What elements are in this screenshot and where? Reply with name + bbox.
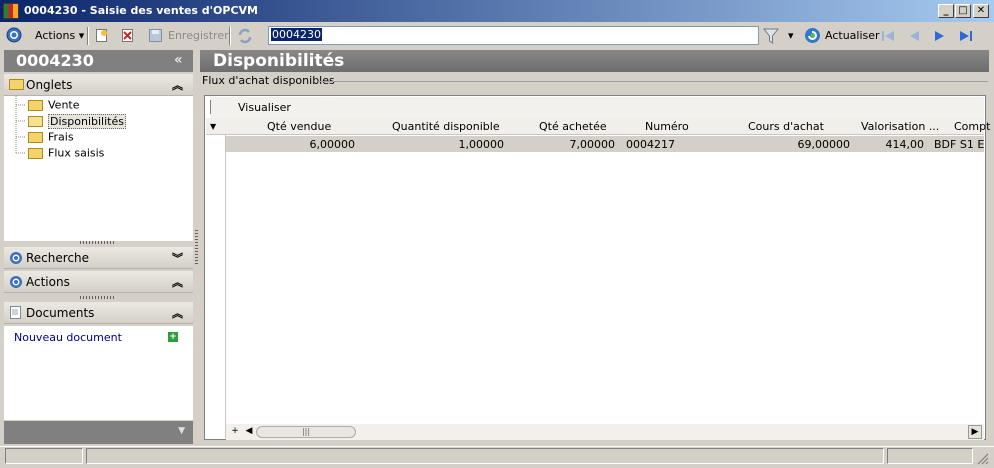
save-icon[interactable]	[148, 28, 164, 43]
record-search-input[interactable]: 0004230	[268, 26, 759, 45]
toolbar-separator	[87, 27, 89, 45]
toolbar-separator	[229, 27, 231, 45]
column-header[interactable]: Quantité disponible	[392, 120, 500, 133]
scroll-left-icon[interactable]: ◀	[242, 425, 256, 439]
next-icon[interactable]	[932, 29, 948, 43]
save-button[interactable]: Enregistrer	[168, 29, 229, 42]
status-cell	[5, 448, 83, 464]
caret-down-icon: ▾	[78, 29, 85, 42]
scroll-right-icon[interactable]: ▶	[968, 425, 982, 439]
section-documents[interactable]: Documents ︽	[4, 302, 193, 324]
folder-icon	[28, 99, 43, 111]
filter-icon[interactable]	[763, 27, 779, 45]
row-menu-icon[interactable]: ▼	[210, 122, 216, 131]
refresh-icon[interactable]	[236, 27, 254, 45]
folder-icon	[28, 131, 43, 143]
column-header[interactable]: Cours d'achat	[748, 120, 824, 133]
circle-target-icon	[6, 27, 22, 43]
grid-toolbar: Visualiser	[210, 97, 984, 118]
column-header[interactable]: Qté achetée	[539, 120, 607, 133]
section-documents-label: Documents	[26, 306, 95, 320]
column-header[interactable]: Valorisation ...	[861, 120, 939, 133]
chevron-up-icon[interactable]: ︽	[172, 77, 183, 93]
group-label: Flux d'achat disponibles	[202, 74, 335, 87]
column-header[interactable]: Compt	[954, 120, 990, 133]
group-divider	[318, 81, 988, 82]
minimize-button[interactable]: _	[938, 4, 954, 18]
tree-item-label: Flux saisis	[48, 146, 105, 160]
refresh-button[interactable]: Actualiser	[825, 29, 880, 42]
circle-target-icon	[10, 276, 22, 288]
close-button[interactable]: ✕	[973, 4, 989, 18]
table-cell: 6,00000	[309, 138, 356, 151]
grid-column-header: ▼ Qté vendue Quantité disponible Qté ach…	[206, 118, 990, 135]
prev-icon[interactable]	[906, 29, 922, 43]
section-actions[interactable]: Actions ︽	[4, 271, 193, 293]
panel-splitter[interactable]	[195, 230, 198, 266]
actions-menu-label: Actions	[35, 29, 76, 42]
section-actions-label: Actions	[26, 275, 70, 289]
section-onglets[interactable]: Onglets ︽	[4, 74, 193, 96]
tree-item-label: Vente	[48, 98, 80, 112]
filter-dropdown-icon[interactable]: ▾	[788, 29, 794, 42]
add-icon[interactable]: +	[168, 332, 178, 342]
last-icon[interactable]	[958, 29, 974, 43]
table-row[interactable]: 6,00000 1,00000 7,00000 0004217 69,00000…	[226, 136, 984, 152]
chevron-down-icon[interactable]: ▼	[178, 426, 185, 436]
green-refresh-icon[interactable]	[804, 27, 821, 44]
table-cell: BDF S1 EL	[934, 138, 984, 151]
left-panel-footer: ▼	[4, 421, 193, 444]
collapse-panel-button[interactable]: «	[174, 52, 183, 68]
table-cell: 414,00	[885, 138, 925, 151]
section-recherche-label: Recherche	[26, 251, 90, 265]
scrollbar-thumb[interactable]: |||	[256, 426, 356, 438]
resize-grip[interactable]	[80, 296, 116, 299]
chevron-up-icon[interactable]: ︽	[172, 274, 183, 290]
tree-item-label: Disponibilités	[48, 113, 126, 129]
document-icon	[10, 306, 21, 319]
circle-target-icon	[10, 252, 22, 264]
app-icon	[3, 3, 19, 19]
chevron-up-icon[interactable]: ︽	[172, 305, 183, 321]
table-cell: 69,00000	[797, 138, 851, 151]
column-header[interactable]: Numéro	[645, 120, 689, 133]
status-cell	[887, 448, 973, 464]
window-title: 0004230 - Saisie des ventes d'OPCVM	[24, 4, 258, 17]
row-selector-column	[206, 135, 226, 438]
status-cell	[86, 448, 884, 464]
tree-item-label: Frais	[48, 130, 74, 144]
new-document-icon[interactable]	[95, 28, 109, 43]
toolbar-divider	[210, 100, 211, 114]
table-cell: 1,00000	[458, 138, 505, 151]
tabs-tree: Vente Disponibilités Frais Flux saisis	[4, 96, 193, 241]
page-title: Disponibilités	[200, 50, 989, 72]
section-recherche[interactable]: Recherche ︾	[4, 247, 193, 269]
table-cell: 0004217	[626, 138, 675, 151]
actions-menu-button[interactable]: Actions ▾	[35, 29, 84, 42]
folder-open-icon	[28, 115, 43, 127]
tree-item-flux-saisis[interactable]: Flux saisis	[28, 146, 104, 161]
visualiser-button[interactable]: Visualiser	[238, 101, 291, 114]
folder-icon	[28, 147, 43, 159]
tree-item-disponibilites[interactable]: Disponibilités	[28, 113, 126, 129]
maximize-button[interactable]: □	[955, 4, 971, 18]
record-header: 0004230	[4, 50, 193, 72]
first-icon[interactable]	[880, 29, 896, 43]
table-cell: 7,00000	[569, 138, 616, 151]
delete-icon[interactable]	[121, 28, 135, 43]
section-onglets-label: Onglets	[26, 78, 73, 92]
chevron-down-icon[interactable]: ︾	[172, 250, 183, 266]
tree-item-vente[interactable]: Vente	[28, 98, 80, 113]
tree-item-frais[interactable]: Frais	[28, 130, 74, 145]
resize-handle-icon[interactable]	[976, 452, 989, 465]
add-row-icon[interactable]: +	[228, 425, 242, 439]
record-search-value: 0004230	[271, 28, 322, 41]
resize-grip[interactable]	[80, 241, 116, 244]
new-document-link[interactable]: Nouveau document	[14, 331, 122, 344]
folder-icon	[9, 79, 24, 90]
column-header[interactable]: Qté vendue	[267, 120, 331, 133]
